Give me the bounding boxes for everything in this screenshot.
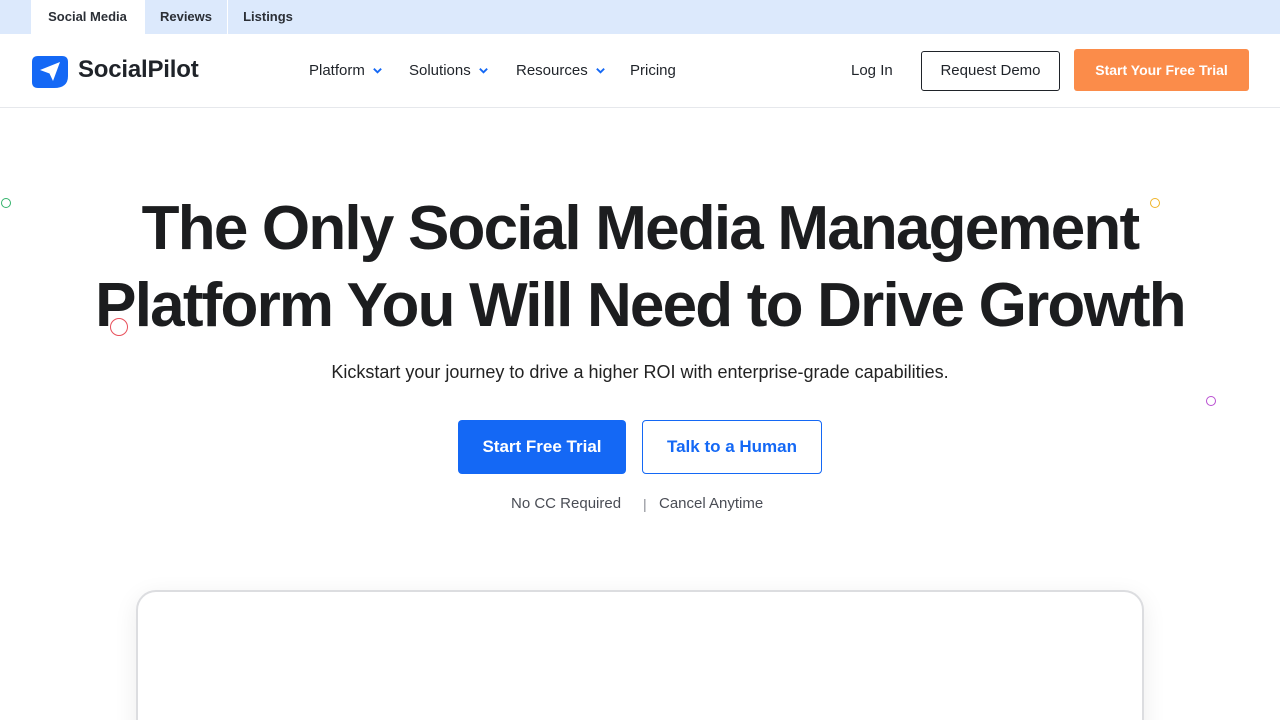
start-free-trial-button[interactable]: Start Free Trial bbox=[458, 420, 626, 474]
product-preview-frame bbox=[136, 590, 1144, 720]
nav-label: Resources bbox=[516, 61, 588, 79]
paper-plane-logo-icon bbox=[32, 56, 68, 88]
tab-listings[interactable]: Listings bbox=[228, 0, 308, 34]
tab-social-media[interactable]: Social Media bbox=[31, 0, 144, 34]
nav-label: Platform bbox=[309, 61, 365, 79]
nav-solutions[interactable]: Solutions bbox=[409, 60, 489, 80]
tab-reviews[interactable]: Reviews bbox=[145, 0, 227, 34]
nav-pricing[interactable]: Pricing bbox=[630, 60, 676, 80]
no-cc-note: No CC Required bbox=[511, 495, 622, 512]
talk-to-human-button[interactable]: Talk to a Human bbox=[642, 420, 822, 474]
chevron-down-icon bbox=[373, 67, 382, 74]
headline-line-1: The Only Social Media Management bbox=[141, 194, 1140, 263]
chevron-down-icon bbox=[478, 67, 488, 74]
decorative-circle bbox=[1206, 396, 1216, 406]
logo[interactable]: SocialPilot bbox=[30, 50, 199, 90]
headline-line-2: Platform You Will Need to Drive Growth bbox=[95, 271, 1186, 340]
chevron-down-icon bbox=[595, 67, 605, 74]
nav-platform[interactable]: Platform bbox=[309, 60, 383, 80]
nav-label: Solutions bbox=[409, 61, 471, 79]
product-switcher-bar: Social Media Reviews Listings bbox=[0, 0, 1280, 34]
request-demo-button[interactable]: Request Demo bbox=[921, 51, 1060, 91]
login-link[interactable]: Log In bbox=[851, 62, 893, 79]
nav-resources[interactable]: Resources bbox=[516, 60, 606, 80]
cancel-anytime-note: Cancel Anytime bbox=[659, 495, 764, 512]
start-free-trial-header-button[interactable]: Start Your Free Trial bbox=[1074, 49, 1249, 91]
site-header: SocialPilot Platform Solutions Resources… bbox=[0, 34, 1280, 108]
note-separator: | bbox=[643, 496, 647, 512]
logo-text: SocialPilot bbox=[78, 56, 199, 83]
hero-subheadline: Kickstart your journey to drive a higher… bbox=[331, 362, 949, 382]
hero-headline: The Only Social Media Management Platfor… bbox=[0, 190, 1280, 344]
nav-label: Pricing bbox=[630, 61, 676, 79]
